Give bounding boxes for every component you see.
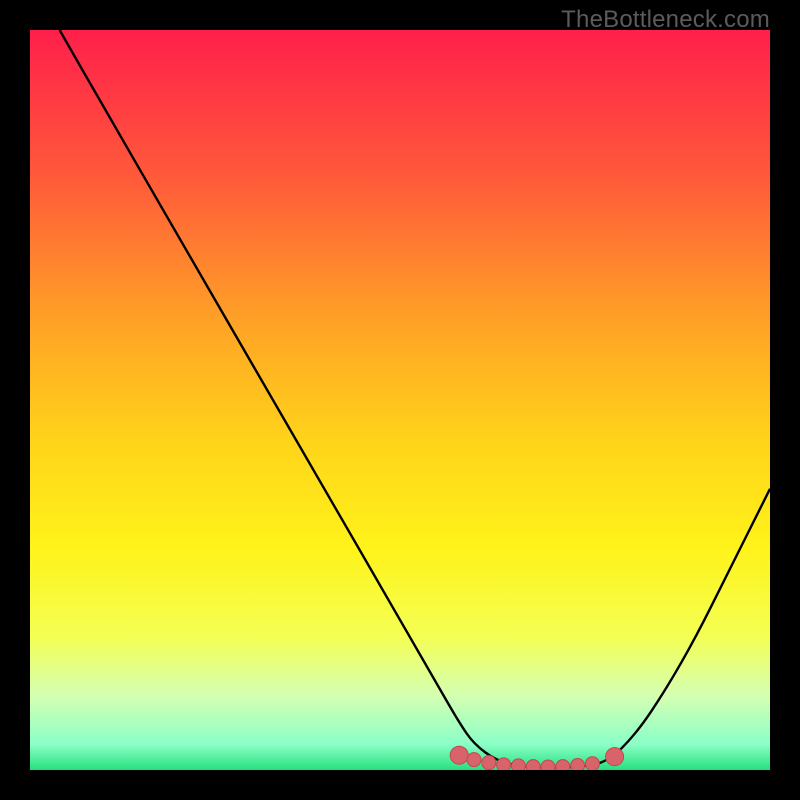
optimal-marker: [585, 757, 599, 770]
optimal-marker: [497, 758, 511, 770]
optimal-marker: [482, 756, 496, 770]
optimal-marker: [450, 746, 468, 764]
optimal-marker: [541, 760, 555, 770]
optimal-marker: [556, 760, 570, 770]
optimal-marker: [526, 760, 540, 770]
optimal-marker: [606, 748, 624, 766]
gradient-background: [30, 30, 770, 770]
bottleneck-chart: [30, 30, 770, 770]
optimal-marker: [571, 759, 585, 770]
optimal-marker: [511, 759, 525, 770]
chart-frame: TheBottleneck.com: [0, 0, 800, 800]
optimal-marker: [467, 753, 481, 767]
plot-area: [30, 30, 770, 770]
